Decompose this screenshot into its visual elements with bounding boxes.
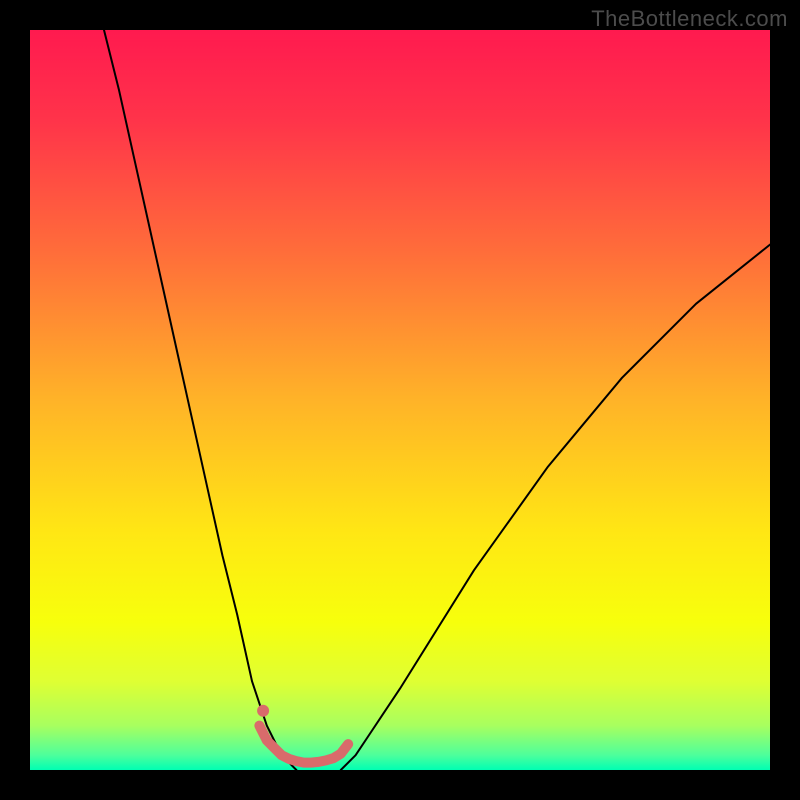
chart-svg xyxy=(30,30,770,770)
marker-dot xyxy=(257,705,269,717)
gradient-background xyxy=(30,30,770,770)
plot-area xyxy=(30,30,770,770)
points-layer xyxy=(257,705,269,717)
watermark-text: TheBottleneck.com xyxy=(591,6,788,32)
chart-container: TheBottleneck.com xyxy=(0,0,800,800)
